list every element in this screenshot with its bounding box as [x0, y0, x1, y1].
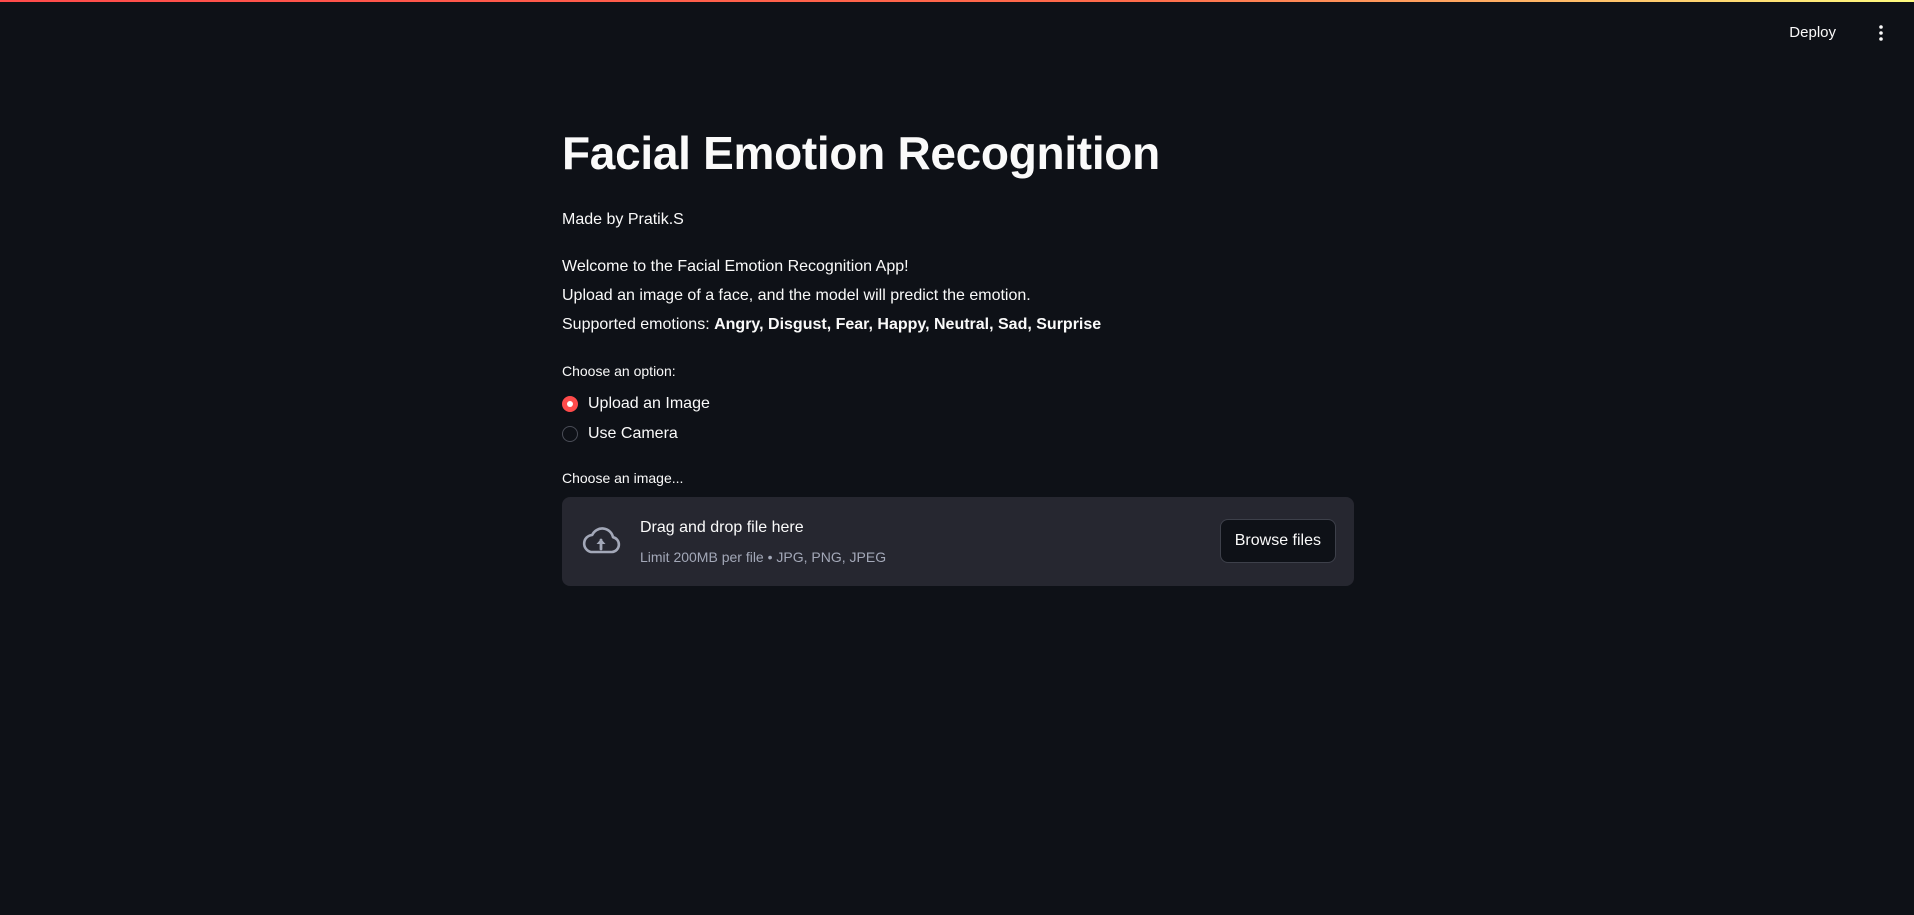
file-dropzone[interactable]: Drag and drop file here Limit 200MB per …	[562, 497, 1354, 586]
welcome-text: Welcome to the Facial Emotion Recognitio…	[562, 258, 909, 275]
radio-option-label: Upload an Image	[588, 395, 710, 412]
page-title: Facial Emotion Recognition	[562, 127, 1160, 179]
main-menu-button[interactable]	[1866, 18, 1896, 48]
dropzone-instructions: Drag and drop file here	[640, 519, 804, 536]
cloud-upload-icon	[582, 527, 621, 554]
option-radio-label: Choose an option:	[562, 363, 676, 379]
dropzone-limit-text: Limit 200MB per file • JPG, PNG, JPEG	[640, 549, 887, 565]
supported-emotions-text: Supported emotions: Angry, Disgust, Fear…	[562, 316, 1101, 334]
radio-option-upload-image[interactable]: Upload an Image	[562, 393, 710, 415]
deploy-button[interactable]: Deploy	[1781, 18, 1844, 48]
app-header: Deploy	[0, 0, 1914, 64]
browse-files-button[interactable]: Browse files	[1219, 519, 1336, 563]
file-uploader-label: Choose an image...	[562, 470, 684, 486]
supported-emotions-list: Angry, Disgust, Fear, Happy, Neutral, Sa…	[714, 316, 1102, 333]
radio-button-checked[interactable]	[562, 396, 578, 412]
author-text: Made by Pratik.S	[562, 211, 684, 228]
radio-option-use-camera[interactable]: Use Camera	[562, 423, 678, 445]
supported-emotions-prefix: Supported emotions:	[562, 316, 715, 333]
vertical-ellipsis-icon	[1879, 25, 1883, 41]
radio-option-label: Use Camera	[588, 425, 678, 442]
instructions-text: Upload an image of a face, and the model…	[562, 287, 1031, 304]
radio-button-unchecked[interactable]	[562, 426, 578, 442]
